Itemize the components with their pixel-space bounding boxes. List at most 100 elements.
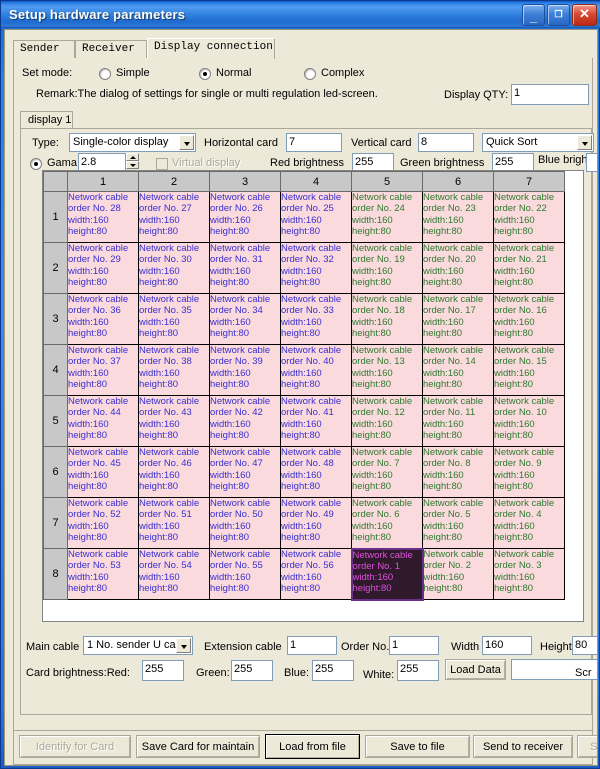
tab-display-connection[interactable]: Display connection [147, 38, 275, 59]
minimize-button[interactable]: _ [522, 4, 545, 26]
grid-cell-r7-c6[interactable]: Network cable order No. 5 width:160 height:… [422, 497, 494, 549]
grid-col-header-5[interactable]: 5 [351, 171, 423, 192]
main-cable-select[interactable]: 1 No. sender U cab [83, 636, 193, 655]
identify-for-card-button[interactable]: Identify for Card [19, 735, 131, 758]
grid-cell-r7-c4[interactable]: Network cable order No. 49 width:160 height… [280, 497, 352, 549]
grid-cell-r6-c2[interactable]: Network cable order No. 46 width:160 height… [138, 446, 210, 498]
grid-cell-r4-c1[interactable]: Network cable order No. 37 width:160 height… [67, 344, 139, 396]
grid-cell-r2-c2[interactable]: Network cable order No. 30 width:160 height… [138, 242, 210, 294]
grid-cell-r5-c7[interactable]: Network cable order No. 10 width:160 height… [493, 395, 565, 447]
height-input[interactable]: 80 [572, 636, 597, 655]
grid-cell-r3-c6[interactable]: Network cable order No. 17 width:160 height… [422, 293, 494, 345]
sort-select[interactable]: Quick Sort [482, 133, 594, 152]
grid-cell-r1-c4[interactable]: Network cable order No. 25 width:160 height… [280, 191, 352, 243]
grid-cell-r3-c3[interactable]: Network cable order No. 34 width:160 height… [209, 293, 281, 345]
virtual-display-checkbox[interactable] [156, 158, 168, 170]
gama-stepper[interactable] [126, 153, 139, 170]
grid-col-header-1[interactable]: 1 [67, 171, 139, 192]
grid-cell-r3-c5[interactable]: Network cable order No. 18 width:160 height… [351, 293, 423, 345]
grid-row-header-5[interactable]: 5 [43, 395, 68, 447]
radio-simple[interactable] [99, 68, 111, 80]
grid-cell-r8-c5[interactable]: Network cable order No. 1 width:160 height:… [350, 547, 424, 601]
cable-grid[interactable]: 1 2 3 4 5 6 7 1 Network cable order No. 28 width:1… [42, 170, 584, 622]
grid-cell-r6-c4[interactable]: Network cable order No. 48 width:160 height… [280, 446, 352, 498]
send-to-receiver-button[interactable]: Send to receiver [473, 735, 573, 758]
save-to-file-button[interactable]: Save to file [365, 735, 470, 758]
grid-cell-r5-c3[interactable]: Network cable order No. 42 width:160 height… [209, 395, 281, 447]
grid-row-header-8[interactable]: 8 [43, 548, 68, 600]
grid-cell-r7-c5[interactable]: Network cable order No. 6 width:160 height:… [351, 497, 423, 549]
card-brightness-white-input[interactable]: 255 [397, 660, 439, 681]
grid-cell-r8-c7[interactable]: Network cable order No. 3 width:160 height:… [493, 548, 565, 600]
grid-cell-r7-c7[interactable]: Network cable order No. 4 width:160 height:… [493, 497, 565, 549]
blue-brightness-input[interactable] [586, 153, 597, 172]
chevron-down-icon-sort[interactable] [577, 135, 592, 150]
width-input[interactable]: 160 [482, 636, 532, 655]
grid-cell-r2-c4[interactable]: Network cable order No. 32 width:160 height… [280, 242, 352, 294]
grid-cell-r2-c6[interactable]: Network cable order No. 20 width:160 height… [422, 242, 494, 294]
grid-cell-r5-c2[interactable]: Network cable order No. 43 width:160 height… [138, 395, 210, 447]
grid-cell-r8-c4[interactable]: Network cable order No. 56 width:160 height… [280, 548, 352, 600]
grid-cell-r4-c2[interactable]: Network cable order No. 38 width:160 height… [138, 344, 210, 396]
grid-row-header-2[interactable]: 2 [43, 242, 68, 294]
card-brightness-green-input[interactable]: 255 [231, 660, 273, 681]
grid-cell-r3-c1[interactable]: Network cable order No. 36 width:160 height… [67, 293, 139, 345]
grid-cell-r1-c5[interactable]: Network cable order No. 24 width:160 height… [351, 191, 423, 243]
grid-cell-r1-c2[interactable]: Network cable order No. 27 width:160 height… [138, 191, 210, 243]
tab-sender[interactable]: Sender [13, 40, 75, 59]
grid-cell-r4-c3[interactable]: Network cable order No. 39 width:160 height… [209, 344, 281, 396]
grid-col-header-4[interactable]: 4 [280, 171, 352, 192]
grid-row-header-6[interactable]: 6 [43, 446, 68, 498]
card-brightness-blue-input[interactable]: 255 [312, 660, 354, 681]
grid-cell-r8-c6[interactable]: Network cable order No. 2 width:160 height:… [422, 548, 494, 600]
save-card-for-maintain-button[interactable]: Save Card for maintain [136, 735, 260, 758]
grid-cell-r2-c3[interactable]: Network cable order No. 31 width:160 height… [209, 242, 281, 294]
display-qty-input[interactable]: 1 [511, 84, 589, 105]
grid-row-header-1[interactable]: 1 [43, 191, 68, 243]
subtab-display-1[interactable]: display 1 [20, 111, 73, 129]
maximize-button[interactable]: ❐ [547, 4, 570, 26]
grid-cell-r6-c3[interactable]: Network cable order No. 47 width:160 height… [209, 446, 281, 498]
grid-cell-r1-c7[interactable]: Network cable order No. 22 width:160 height… [493, 191, 565, 243]
grid-col-header-6[interactable]: 6 [422, 171, 494, 192]
order-no-input[interactable]: 1 [389, 636, 439, 655]
grid-cell-r4-c5[interactable]: Network cable order No. 13 width:160 height… [351, 344, 423, 396]
grid-cell-r1-c6[interactable]: Network cable order No. 23 width:160 height… [422, 191, 494, 243]
grid-cell-r2-c7[interactable]: Network cable order No. 21 width:160 height… [493, 242, 565, 294]
grid-cell-r2-c1[interactable]: Network cable order No. 29 width:160 height… [67, 242, 139, 294]
grid-cell-r1-c1[interactable]: Network cable order No. 28 width:160 height… [67, 191, 139, 243]
load-data-button[interactable]: Load Data [445, 659, 506, 680]
load-from-file-button[interactable]: Load from file [265, 734, 360, 759]
grid-cell-r6-c7[interactable]: Network cable order No. 9 width:160 height:… [493, 446, 565, 498]
grid-row-header-3[interactable]: 3 [43, 293, 68, 345]
chevron-down-icon-main-cable[interactable] [176, 638, 191, 653]
radio-normal[interactable] [199, 68, 211, 80]
grid-cell-r6-c1[interactable]: Network cable order No. 45 width:160 height… [67, 446, 139, 498]
grid-cell-r8-c1[interactable]: Network cable order No. 53 width:160 height… [67, 548, 139, 600]
grid-cell-r4-c7[interactable]: Network cable order No. 15 width:160 height… [493, 344, 565, 396]
grid-cell-r7-c3[interactable]: Network cable order No. 50 width:160 height… [209, 497, 281, 549]
grid-cell-r7-c1[interactable]: Network cable order No. 52 width:160 height… [67, 497, 139, 549]
grid-cell-r6-c5[interactable]: Network cable order No. 7 width:160 height:… [351, 446, 423, 498]
grid-cell-r4-c4[interactable]: Network cable order No. 40 width:160 height… [280, 344, 352, 396]
grid-cell-r1-c3[interactable]: Network cable order No. 26 width:160 height… [209, 191, 281, 243]
gama-stepper-down[interactable] [126, 161, 139, 169]
grid-cell-r5-c4[interactable]: Network cable order No. 41 width:160 height… [280, 395, 352, 447]
grid-cell-r6-c6[interactable]: Network cable order No. 8 width:160 height:… [422, 446, 494, 498]
grid-cell-r8-c2[interactable]: Network cable order No. 54 width:160 height… [138, 548, 210, 600]
grid-cell-r3-c7[interactable]: Network cable order No. 16 width:160 height… [493, 293, 565, 345]
grid-col-header-7[interactable]: 7 [493, 171, 565, 192]
gama-stepper-up[interactable] [126, 153, 139, 161]
grid-cell-r8-c3[interactable]: Network cable order No. 55 width:160 height… [209, 548, 281, 600]
grid-cell-r4-c6[interactable]: Network cable order No. 14 width:160 height… [422, 344, 494, 396]
radio-complex[interactable] [304, 68, 316, 80]
grid-cell-r5-c6[interactable]: Network cable order No. 11 width:160 height… [422, 395, 494, 447]
grid-cell-r3-c2[interactable]: Network cable order No. 35 width:160 height… [138, 293, 210, 345]
grid-cell-r5-c1[interactable]: Network cable order No. 44 width:160 height… [67, 395, 139, 447]
horizontal-card-input[interactable]: 7 [286, 133, 342, 152]
grid-col-header-2[interactable]: 2 [138, 171, 210, 192]
save-extra-button[interactable]: Sa [577, 735, 597, 758]
vertical-card-input[interactable]: 8 [418, 133, 474, 152]
card-brightness-red-input[interactable]: 255 [142, 660, 184, 681]
close-button[interactable]: ✕ [572, 4, 597, 26]
